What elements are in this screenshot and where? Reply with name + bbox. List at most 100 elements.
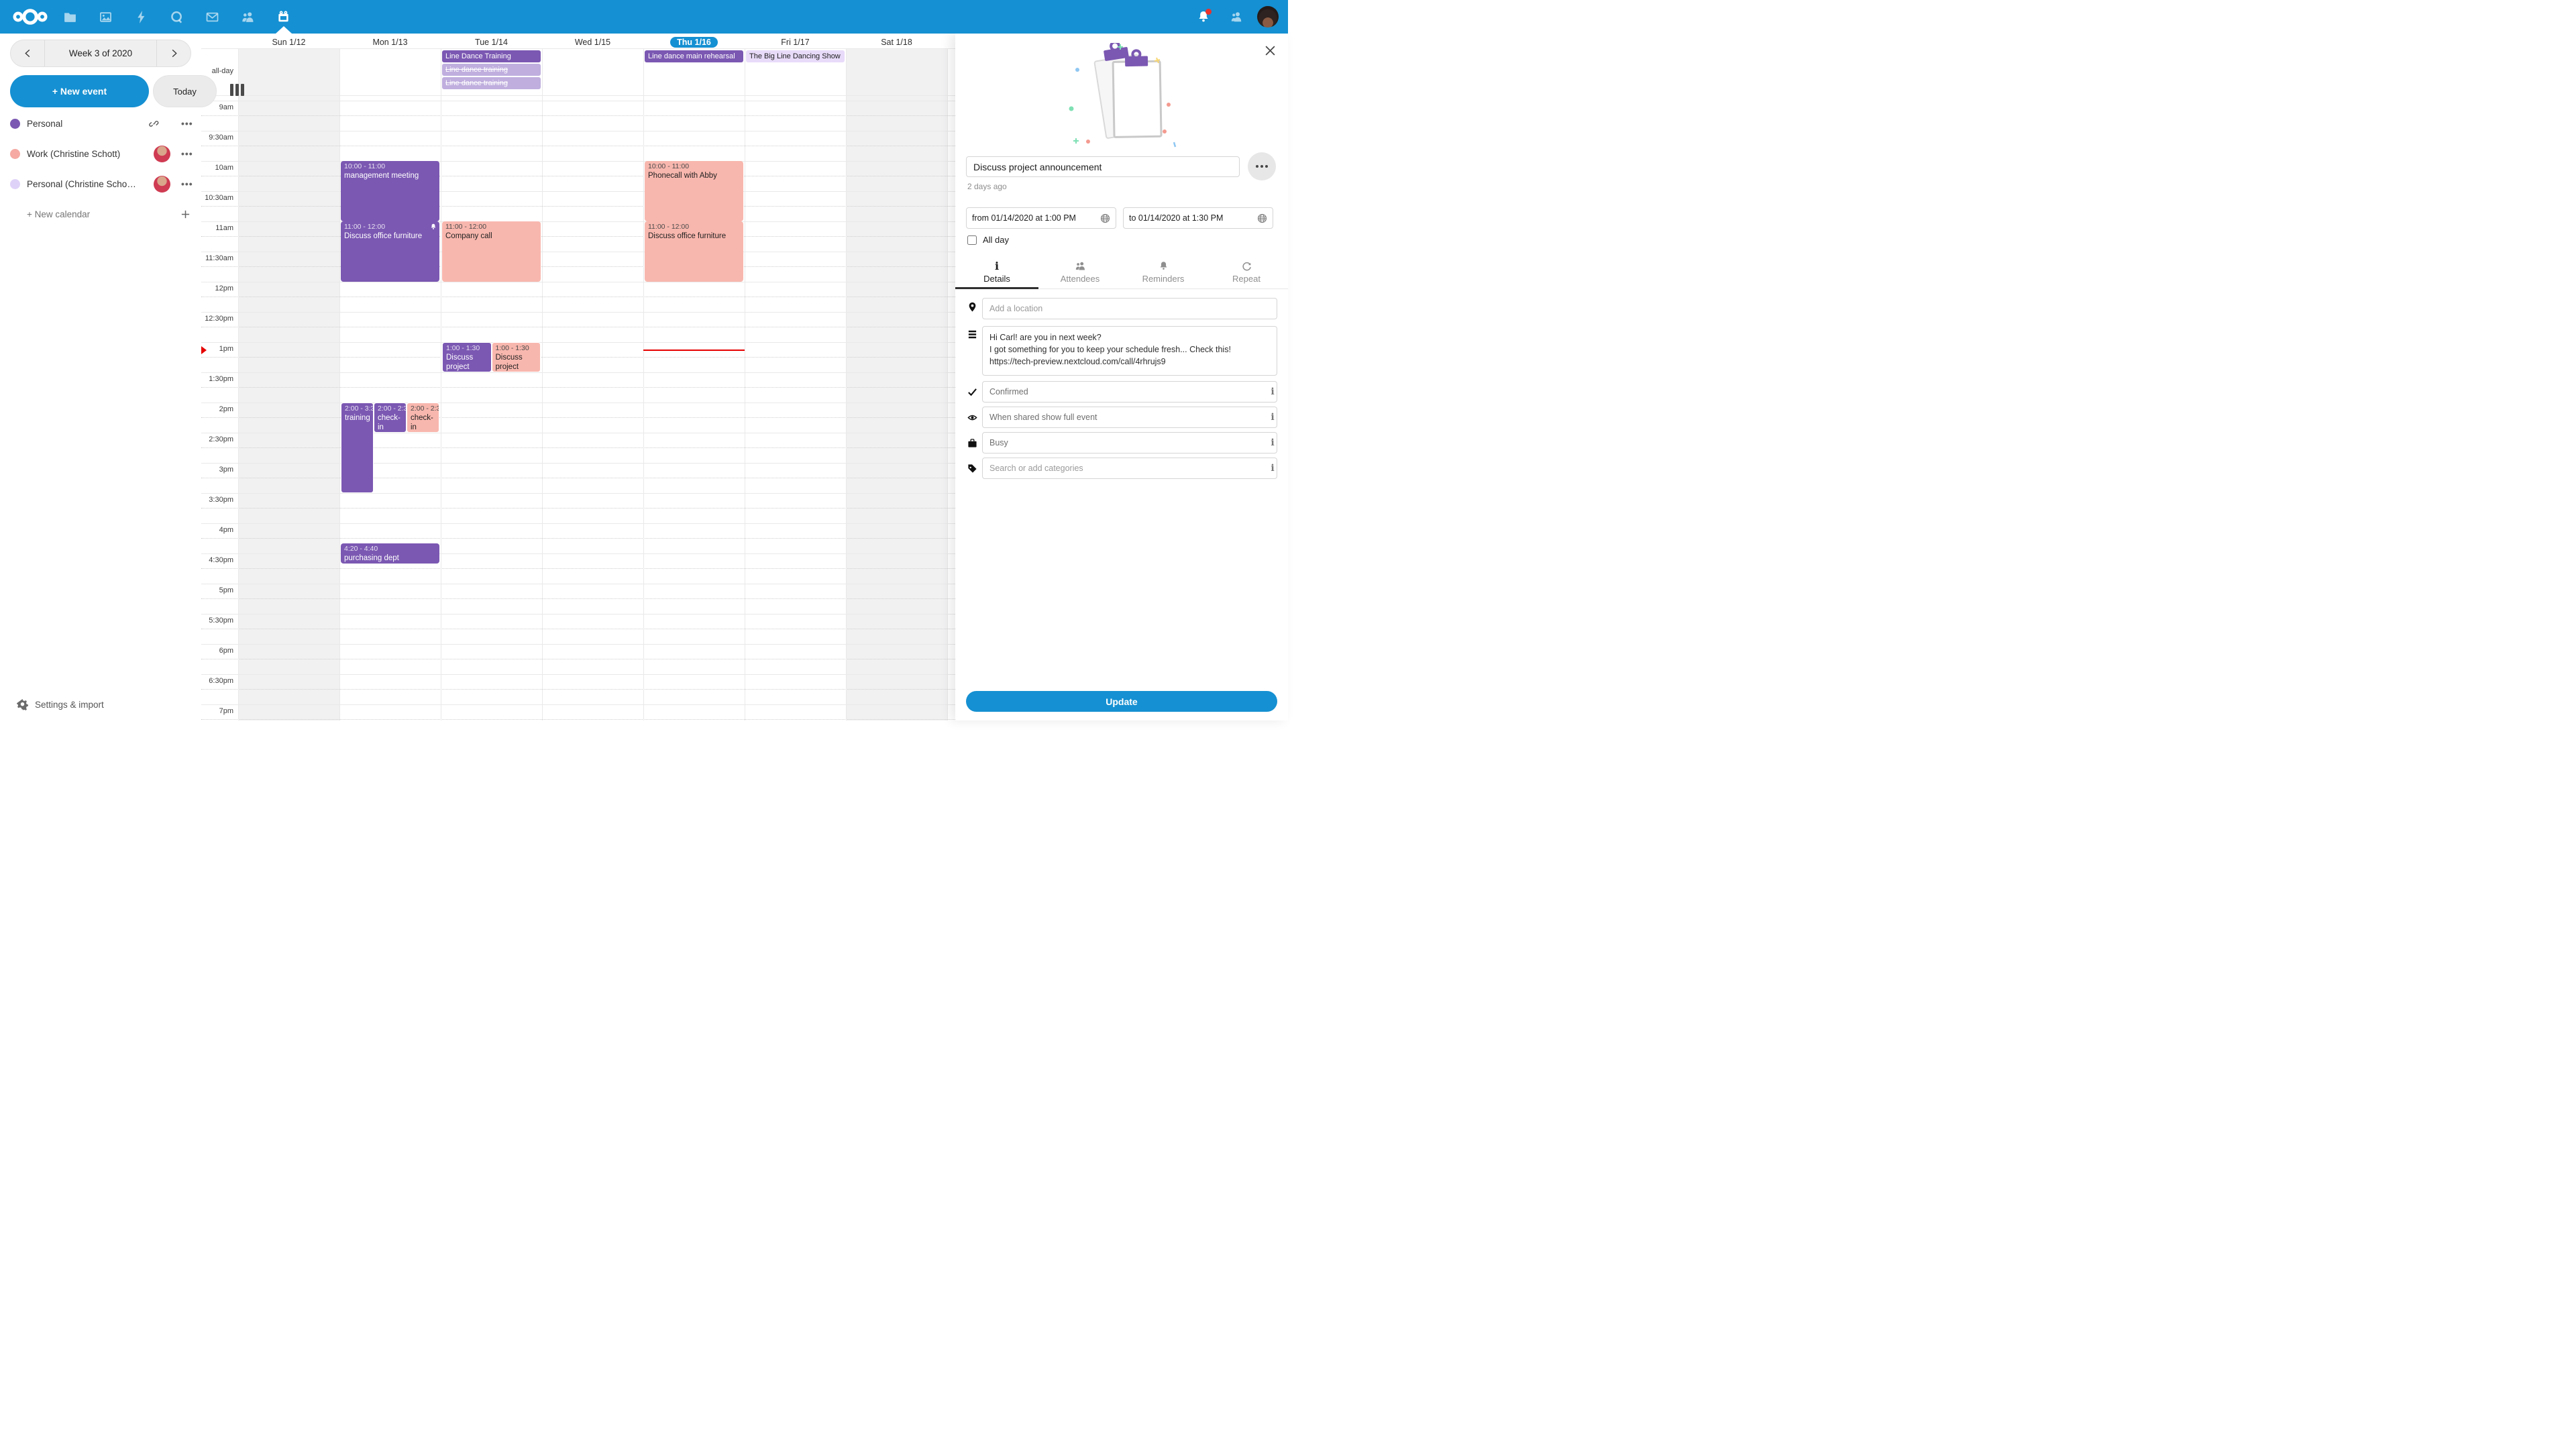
close-icon[interactable] [1261, 42, 1279, 59]
today-button[interactable]: Today [153, 75, 217, 107]
all-day-event[interactable]: Line dance training [442, 64, 541, 76]
freebusy-select[interactable] [982, 432, 1277, 453]
start-datetime-field[interactable]: from 01/14/2020 at 1:00 PM [966, 207, 1116, 229]
next-week-button[interactable] [157, 40, 191, 66]
all-day-event[interactable]: Line dance main rehearsal [645, 50, 743, 62]
contacts-menu-button[interactable] [1224, 0, 1250, 34]
hour-gridline [201, 553, 955, 554]
timezone-globe-icon[interactable] [1100, 213, 1110, 223]
app-sidebar: Week 3 of 2020 + New event Today Persona… [0, 34, 201, 720]
new-event-button[interactable]: + New event [10, 75, 149, 107]
calendar-list-item[interactable]: Work (Christine Schott)••• [0, 142, 201, 166]
event-chip[interactable]: 11:00 - 12:00Company call [442, 221, 541, 282]
app-talk[interactable] [159, 0, 195, 34]
previous-week-button[interactable] [11, 40, 44, 66]
tab-label: Attendees [1061, 274, 1100, 284]
event-chip[interactable]: 10:00 - 11:00Phonecall with Abby [645, 161, 743, 221]
tab-reminders[interactable]: Reminders [1122, 259, 1205, 289]
app-mail[interactable] [195, 0, 230, 34]
status-check-icon [967, 387, 977, 397]
categories-info-icon[interactable]: i [1268, 463, 1277, 474]
nextcloud-logo[interactable] [8, 0, 52, 34]
day-header[interactable]: Wed 1/15 [542, 36, 643, 49]
tab-details[interactable]: iDetails [955, 259, 1038, 289]
user-avatar[interactable] [1257, 6, 1279, 28]
time-label: 10am [201, 164, 233, 172]
categories-input[interactable] [982, 458, 1277, 479]
contacts-icon [241, 10, 255, 24]
description-textarea[interactable]: Hi Carl! are you in next week? I got som… [982, 326, 1277, 376]
calendar-list-item[interactable]: Personal (Christine Scho…••• [0, 172, 201, 196]
hour-gridline [201, 161, 955, 162]
all-day-checkbox[interactable] [967, 235, 977, 245]
timezone-globe-icon[interactable] [1257, 213, 1267, 223]
event-title: Company call [445, 231, 537, 241]
event-title: training [345, 413, 370, 423]
end-datetime-field[interactable]: to 01/14/2020 at 1:30 PM [1123, 207, 1273, 229]
new-calendar-button[interactable]: + New calendar [0, 202, 201, 226]
visibility-info-icon[interactable]: i [1268, 412, 1277, 423]
day-header[interactable]: Thu 1/16 [643, 36, 745, 49]
day-header[interactable]: Sun 1/12 [238, 36, 339, 49]
update-button[interactable]: Update [966, 691, 1277, 712]
event-title-input[interactable] [966, 156, 1240, 177]
person-icon [1230, 10, 1244, 23]
time-label: 10:30am [201, 194, 233, 202]
app-files[interactable] [52, 0, 88, 34]
day-header[interactable]: Sat 1/18 [846, 36, 947, 49]
quarter-gridline [201, 115, 955, 116]
settings-and-import[interactable]: Settings & import [17, 699, 104, 710]
end-datetime-value: to 01/14/2020 at 1:30 PM [1129, 213, 1257, 223]
event-actions-menu-icon[interactable] [1248, 152, 1276, 180]
tab-attendees[interactable]: Attendees [1038, 259, 1122, 289]
event-chip[interactable]: 4:20 - 4:40purchasing dept [341, 543, 439, 564]
current-time-arrow [201, 346, 207, 354]
calendar-actions-icon[interactable]: ••• [181, 148, 193, 159]
app-photos[interactable] [88, 0, 123, 34]
busy-briefcase-icon [967, 438, 977, 448]
gear-icon [17, 699, 28, 710]
location-input[interactable] [982, 298, 1277, 319]
week-label[interactable]: Week 3 of 2020 [44, 40, 157, 66]
notifications-button[interactable] [1190, 0, 1217, 34]
all-day-event[interactable]: Line dance training [442, 77, 541, 89]
day-header[interactable]: Fri 1/17 [745, 36, 846, 49]
day-header[interactable]: Tue 1/14 [441, 36, 542, 49]
calendar-actions-icon[interactable]: ••• [181, 118, 193, 129]
app-calendar[interactable] [266, 0, 301, 34]
app-activity[interactable] [123, 0, 159, 34]
event-editor-panel: 2 days ago from 01/14/2020 at 1:00 PM to… [955, 34, 1288, 720]
freebusy-info-icon[interactable]: i [1268, 437, 1277, 448]
app-contacts[interactable] [230, 0, 266, 34]
event-chip[interactable]: 2:00 - 2:30check-in [374, 403, 407, 433]
event-title: check-in [411, 413, 435, 432]
event-illustration [1063, 43, 1181, 148]
visibility-select[interactable] [982, 407, 1277, 428]
event-chip[interactable]: 11:00 - 12:00Discuss office furniture [341, 221, 439, 282]
event-chip[interactable]: 1:00 - 1:30Discuss project [492, 342, 541, 372]
quarter-gridline [201, 538, 955, 539]
share-link-icon[interactable] [149, 118, 160, 129]
status-select[interactable] [982, 381, 1277, 403]
time-label: 5:30pm [201, 617, 233, 625]
event-chip[interactable]: 10:00 - 11:00management meeting [341, 161, 439, 221]
time-label: 5pm [201, 586, 233, 594]
event-chip[interactable]: 1:00 - 1:30Discuss project announcement [442, 342, 492, 372]
current-time-line [643, 350, 745, 351]
all-day-event[interactable]: The Big Line Dancing Show [746, 50, 845, 62]
view-switcher-icon[interactable] [230, 84, 244, 96]
status-info-icon[interactable]: i [1268, 386, 1277, 397]
event-time: 11:00 - 12:00 [445, 223, 537, 231]
all-day-event[interactable]: Line Dance Training [442, 50, 541, 62]
event-time: 2:00 - 2:30 [411, 405, 435, 413]
event-title: Discuss office furniture [344, 231, 436, 241]
calendar-actions-icon[interactable]: ••• [181, 178, 193, 189]
all-day-label[interactable]: All day [983, 235, 1009, 245]
calendar-list-item[interactable]: Personal••• [0, 111, 201, 136]
event-chip[interactable]: 2:00 - 3:30training [341, 403, 374, 493]
event-chip[interactable]: 2:00 - 2:30check-in [407, 403, 439, 433]
day-header[interactable]: Mon 1/13 [339, 36, 441, 49]
event-chip[interactable]: 11:00 - 12:00Discuss office furniture [645, 221, 743, 282]
tab-repeat[interactable]: Repeat [1205, 259, 1288, 289]
week-navigation: Week 3 of 2020 [10, 40, 191, 67]
